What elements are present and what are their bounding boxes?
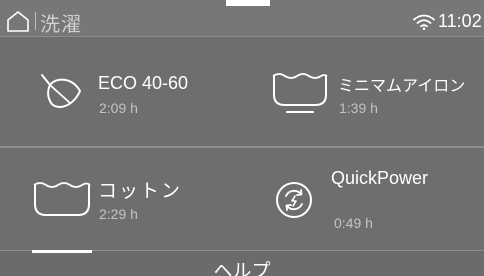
washing-screen: 洗濯 11:02 ECO 40-60 2:09 h ミニマムアイロン 1:39 …: [0, 0, 484, 276]
clock: 11:02: [438, 11, 482, 31]
page-title: 洗濯: [40, 14, 82, 36]
help-indicator: [32, 250, 92, 253]
top-indicator: [226, 0, 270, 6]
program-label: ミニマムアイロン: [338, 78, 466, 95]
program-tile-cotton[interactable]: コットン 2:29 h: [0, 148, 242, 250]
washtub-icon: [33, 182, 91, 216]
home-icon[interactable]: [6, 10, 30, 32]
program-duration: 0:49 h: [334, 215, 373, 231]
program-tile-eco[interactable]: ECO 40-60 2:09 h: [0, 37, 242, 146]
washtub-icon: [272, 73, 328, 113]
status-bar: 洗濯 11:02: [0, 0, 484, 37]
help-button[interactable]: ヘルプ: [0, 256, 484, 276]
program-label: ECO 40-60: [98, 73, 189, 93]
program-tile-quickpower[interactable]: QuickPower 0:49 h: [242, 148, 484, 250]
program-duration: 2:29 h: [99, 206, 138, 222]
leaf-icon: [41, 74, 81, 108]
wifi-icon: [413, 14, 435, 30]
program-duration: 1:39 h: [339, 100, 378, 116]
program-tile-minimum-iron[interactable]: ミニマムアイロン 1:39 h: [242, 37, 484, 146]
program-label: QuickPower: [331, 168, 429, 188]
program-duration: 2:09 h: [99, 100, 138, 116]
program-label: コットン: [98, 181, 183, 202]
title-separator: [35, 12, 36, 30]
quickpower-icon: [276, 182, 312, 218]
